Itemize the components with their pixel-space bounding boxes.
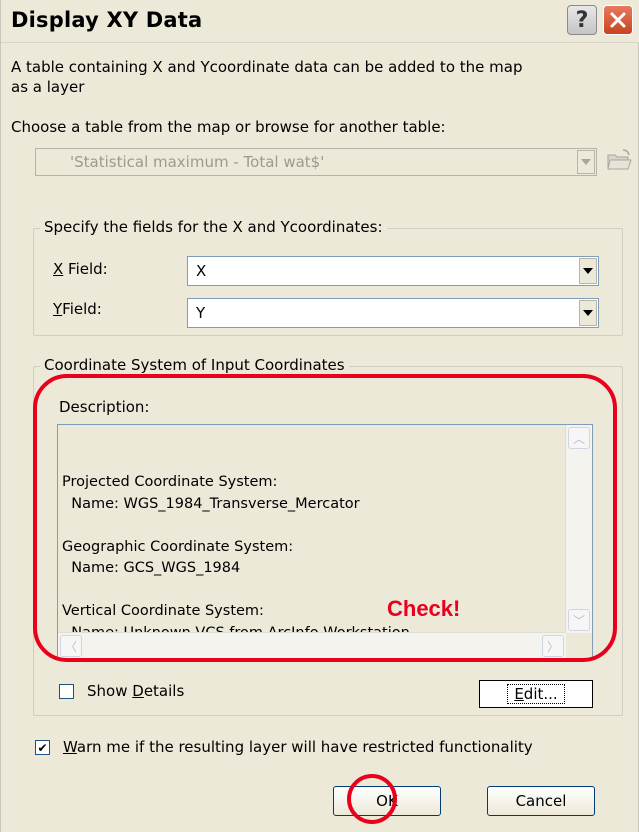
check-annotation-ring (33, 374, 617, 662)
table-select-value: 'Statistical maximum - Total wat$' (70, 153, 325, 171)
title-bar[interactable]: Display XY Data ? (1, 0, 639, 43)
dialog-title: Display XY Data (11, 8, 203, 32)
x-field-select[interactable]: X (187, 256, 599, 286)
chevron-down-icon (581, 159, 591, 165)
y-field-value: Y (196, 304, 206, 322)
chevron-down-icon (583, 268, 593, 274)
open-folder-icon (607, 149, 632, 170)
edit-button-label: Edit... (507, 684, 565, 704)
check-annotation-label: Check! (387, 596, 461, 621)
display-xy-data-dialog: Display XY Data ? A table containing X a… (0, 0, 639, 832)
y-field-label: YField: (53, 300, 102, 318)
cancel-button[interactable]: Cancel (487, 786, 595, 816)
table-select-dropdown-button[interactable] (577, 150, 595, 174)
x-field-label: X Field: (53, 260, 108, 278)
ok-annotation-ring (347, 774, 397, 824)
y-field-select[interactable]: Y (187, 298, 599, 328)
choose-table-label: Choose a table from the map or browse fo… (11, 118, 446, 136)
intro-line-2: as a layer (11, 78, 85, 96)
show-details-label[interactable]: Show Details (87, 682, 184, 700)
x-field-value: X (196, 262, 207, 280)
y-field-dropdown-button[interactable] (579, 300, 597, 326)
close-icon (610, 12, 626, 28)
close-button[interactable] (603, 5, 633, 35)
table-select[interactable]: 'Statistical maximum - Total wat$' (35, 148, 597, 176)
edit-button[interactable]: Edit... (479, 680, 593, 708)
x-field-dropdown-button[interactable] (579, 258, 597, 284)
cancel-button-label: Cancel (515, 792, 567, 810)
show-details-checkbox[interactable] (59, 684, 74, 699)
xy-fields-group-label: Specify the fields for the X and Ycoordi… (40, 218, 387, 236)
warn-checkbox[interactable]: ✔ (35, 740, 50, 755)
help-icon: ? (575, 7, 589, 33)
help-button[interactable]: ? (567, 5, 597, 35)
warn-label[interactable]: Warn me if the resulting layer will have… (63, 738, 533, 756)
intro-line-1: A table containing X and Ycoordinate dat… (11, 58, 523, 76)
checkmark-icon: ✔ (37, 740, 48, 755)
coordinate-system-group-label: Coordinate System of Input Coordinates (40, 356, 349, 374)
chevron-down-icon (583, 310, 593, 316)
browse-button[interactable] (605, 146, 633, 174)
